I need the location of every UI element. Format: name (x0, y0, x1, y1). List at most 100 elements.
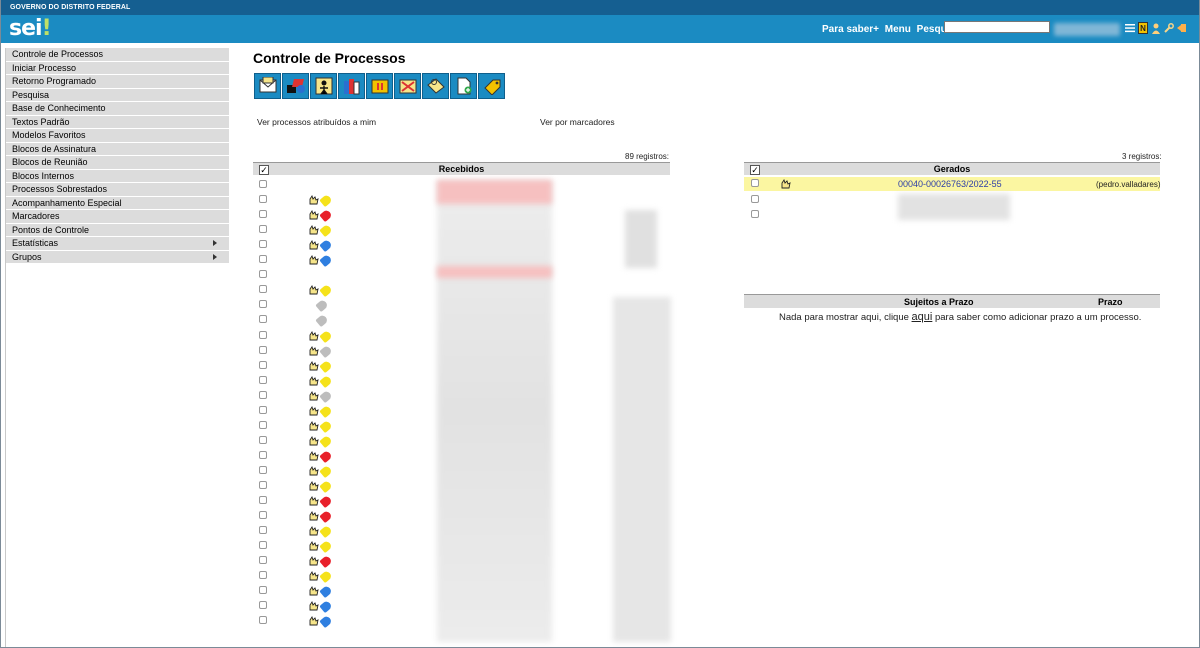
recebidos-row-checkbox[interactable] (259, 225, 267, 234)
recebidos-row-checkbox[interactable] (259, 526, 267, 535)
update-process-icon[interactable] (282, 73, 309, 99)
marker-tag-icon[interactable] (319, 208, 333, 223)
marker-tag-icon[interactable] (319, 419, 333, 433)
sidebar-item-pontos-de-controle[interactable]: Pontos de Controle (6, 223, 229, 237)
marker-tag-icon[interactable] (319, 374, 333, 388)
marker-tag-icon[interactable] (319, 404, 333, 418)
marker-tag-icon[interactable] (319, 329, 333, 343)
marker-tag-icon[interactable] (319, 540, 333, 554)
sidebar-item-retorno-programado[interactable]: Retorno Programado (6, 75, 229, 89)
include-document-icon[interactable] (450, 73, 477, 99)
marker-tag-icon[interactable] (319, 389, 333, 403)
sidebar-item-estatisticas[interactable]: Estatísticas (6, 237, 229, 251)
marker-tag-icon[interactable] (319, 509, 333, 524)
recebidos-row-checkbox[interactable] (259, 496, 267, 505)
recebidos-row-checkbox[interactable] (259, 270, 267, 279)
recebidos-row-checkbox[interactable] (259, 601, 267, 610)
user-icon[interactable] (1151, 22, 1161, 34)
marker-tag-icon[interactable] (319, 524, 333, 539)
recebidos-row-checkbox[interactable] (259, 616, 267, 625)
user-unit-selector[interactable] (1054, 23, 1120, 36)
sidebar-item-grupos[interactable]: Grupos (6, 250, 229, 264)
marker-icon[interactable] (478, 73, 505, 99)
recebidos-row-checkbox[interactable] (259, 511, 267, 520)
list-icon[interactable] (1125, 22, 1135, 34)
recebidos-row-checkbox[interactable] (259, 450, 267, 459)
recebidos-row-checkbox[interactable] (259, 586, 267, 595)
sidebar-item-blocos-de-reuniao[interactable]: Blocos de Reunião (6, 156, 229, 170)
sidebar-item-processos-sobrestados[interactable]: Processos Sobrestados (6, 183, 229, 197)
recebidos-row-checkbox[interactable] (259, 571, 267, 580)
gerados-row-checkbox[interactable] (751, 210, 759, 218)
sidebar-item-base-de-conhecimento[interactable]: Base de Conhecimento (6, 102, 229, 116)
recebidos-row-checkbox[interactable] (259, 375, 267, 384)
recebidos-row-checkbox[interactable] (259, 556, 267, 565)
sei-logo[interactable]: sei! (9, 16, 52, 41)
recebidos-row-checkbox[interactable] (259, 390, 267, 399)
recebidos-row-checkbox[interactable] (259, 420, 267, 429)
recebidos-row-checkbox[interactable] (259, 255, 267, 264)
search-input[interactable] (944, 21, 1050, 33)
sidebar-item-textos-padrao[interactable]: Textos Padrão (6, 115, 229, 129)
sidebar-item-blocos-internos[interactable]: Blocos Internos (6, 169, 229, 183)
conclude-process-icon[interactable] (394, 73, 421, 99)
recebidos-row-checkbox[interactable] (259, 240, 267, 249)
sidebar-item-pesquisa[interactable]: Pesquisa (6, 88, 229, 102)
prazo-help-link[interactable]: aqui (912, 311, 933, 323)
marker-tag-icon[interactable] (319, 344, 333, 358)
recebidos-row-checkbox[interactable] (259, 345, 267, 354)
recebidos-row-checkbox[interactable] (259, 285, 267, 294)
notes-icon[interactable]: N (1138, 22, 1148, 34)
assigned-processes-link[interactable]: Ver processos atribuídos a mim (257, 117, 376, 127)
gerados-row-checkbox[interactable] (751, 179, 759, 187)
marker-tag-icon[interactable] (315, 299, 329, 313)
marker-tag-icon[interactable] (319, 570, 333, 584)
sobrestar-icon[interactable] (366, 73, 393, 99)
recebidos-row-checkbox[interactable] (259, 541, 267, 550)
sidebar-item-marcadores[interactable]: Marcadores (6, 210, 229, 224)
marker-tag-icon[interactable] (319, 449, 333, 464)
recebidos-row-checkbox[interactable] (259, 360, 267, 369)
marker-tag-icon[interactable] (315, 314, 329, 328)
para-saber-link[interactable]: Para saber+ (822, 24, 879, 35)
recebidos-row-checkbox[interactable] (259, 180, 267, 188)
select-all-gerados-checkbox[interactable]: ✓ (750, 165, 760, 175)
recebidos-row-checkbox[interactable] (259, 210, 267, 219)
annotation-icon[interactable] (422, 73, 449, 99)
select-all-recebidos-checkbox[interactable]: ✓ (259, 165, 269, 175)
marker-tag-icon[interactable] (319, 585, 333, 599)
marker-tag-icon[interactable] (319, 600, 333, 614)
marker-tag-icon[interactable] (319, 223, 333, 238)
menu-link[interactable]: Menu (885, 24, 911, 35)
marker-tag-icon[interactable] (319, 254, 333, 268)
sidebar-item-acompanhamento-especial[interactable]: Acompanhamento Especial (6, 196, 229, 210)
marker-tag-icon[interactable] (319, 239, 333, 253)
marker-tag-icon[interactable] (319, 555, 333, 569)
marker-tag-icon[interactable] (319, 359, 333, 373)
recebidos-row-checkbox[interactable] (259, 300, 267, 309)
marker-tag-icon[interactable] (319, 615, 333, 629)
marker-tag-icon[interactable] (319, 193, 333, 208)
recebidos-row-checkbox[interactable] (259, 481, 267, 489)
exit-icon[interactable] (1177, 22, 1187, 34)
marker-tag-icon[interactable] (319, 284, 333, 298)
recebidos-row-checkbox[interactable] (259, 315, 267, 324)
wrench-icon[interactable] (1164, 22, 1174, 34)
recebidos-row-checkbox[interactable] (259, 195, 267, 204)
recebidos-row-checkbox[interactable] (259, 465, 267, 474)
sidebar-item-iniciar-processo[interactable]: Iniciar Processo (6, 61, 229, 75)
gerados-row-checkbox[interactable] (751, 195, 759, 203)
recebidos-row-checkbox[interactable] (259, 405, 267, 414)
recebidos-row-checkbox[interactable] (259, 435, 267, 444)
send-process-icon[interactable] (254, 73, 281, 99)
view-by-markers-link[interactable]: Ver por marcadores (540, 117, 615, 127)
marker-tag-icon[interactable] (319, 494, 333, 509)
marker-tag-icon[interactable] (319, 479, 333, 494)
marker-tag-icon[interactable] (319, 434, 333, 449)
sidebar-item-controle-de-processos[interactable]: Controle de Processos (6, 48, 229, 62)
sidebar-item-modelos-favoritos[interactable]: Modelos Favoritos (6, 129, 229, 143)
gerados-process-link[interactable]: 00040-00026763/2022-55 (898, 179, 1002, 189)
assign-process-icon[interactable] (310, 73, 337, 99)
sidebar-item-blocos-de-assinatura[interactable]: Blocos de Assinatura (6, 142, 229, 156)
print-icon[interactable] (338, 73, 365, 99)
